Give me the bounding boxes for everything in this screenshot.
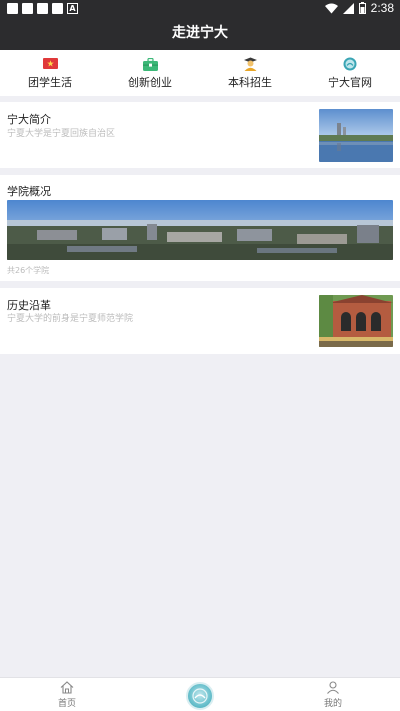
page-title: 走进宁大	[0, 17, 400, 50]
quick-nav-label: 团学生活	[28, 76, 72, 89]
user-icon	[327, 681, 339, 694]
card-history[interactable]: 历史沿革 宁夏大学的前身是宁夏师范学院	[0, 288, 400, 354]
card-subtitle: 宁夏大学是宁夏回族自治区	[7, 129, 116, 139]
tab-mine[interactable]: 我的	[293, 681, 373, 709]
quick-nav: 团学生活 创新创业 本科招生 宁大官网	[0, 50, 400, 96]
tab-bar: 首页 我的	[0, 677, 400, 711]
clock: 2:38	[370, 1, 394, 15]
quick-nav-guanwang[interactable]: 宁大官网	[300, 50, 400, 96]
card-subtitle: 共26个学院	[7, 266, 50, 275]
quick-nav-label: 宁大官网	[328, 76, 372, 89]
quick-nav-chuangxin[interactable]: 创新创业	[100, 50, 200, 96]
notification-icon	[22, 3, 33, 14]
quick-nav-zhaosheng[interactable]: 本科招生	[200, 50, 300, 96]
card-title: 宁大简介	[7, 113, 51, 126]
graduate-icon	[242, 57, 258, 71]
tab-label: 我的	[323, 699, 342, 709]
historic-building-photo	[319, 295, 393, 347]
university-logo-tab-icon[interactable]	[186, 682, 214, 710]
a-notification-icon: A	[67, 3, 78, 14]
notification-icon	[52, 3, 63, 14]
notification-icons: A	[7, 3, 78, 14]
tab-home[interactable]: 首页	[27, 681, 107, 709]
notification-icon	[37, 3, 48, 14]
signal-icon	[342, 2, 354, 14]
home-icon	[60, 681, 74, 694]
card-subtitle: 宁夏大学的前身是宁夏师范学院	[7, 314, 134, 324]
tab-label: 首页	[57, 699, 76, 709]
campus-lake-photo	[319, 109, 393, 162]
university-logo-icon	[342, 57, 358, 71]
status-bar: A 2:38	[0, 0, 400, 17]
wifi-icon	[324, 3, 338, 13]
quick-nav-label: 创新创业	[128, 76, 172, 89]
notification-icon	[7, 3, 18, 14]
card-intro[interactable]: 宁大简介 宁夏大学是宁夏回族自治区	[0, 102, 400, 168]
flag-icon	[42, 57, 58, 71]
quick-nav-tuanxue[interactable]: 团学生活	[0, 50, 100, 96]
briefcase-icon	[142, 57, 158, 71]
card-title: 学院概况	[7, 185, 51, 198]
battery-icon	[358, 2, 366, 14]
card-colleges[interactable]: 学院概况 共26个学院	[0, 175, 400, 281]
campus-panorama-photo	[7, 200, 393, 260]
quick-nav-label: 本科招生	[228, 76, 272, 89]
